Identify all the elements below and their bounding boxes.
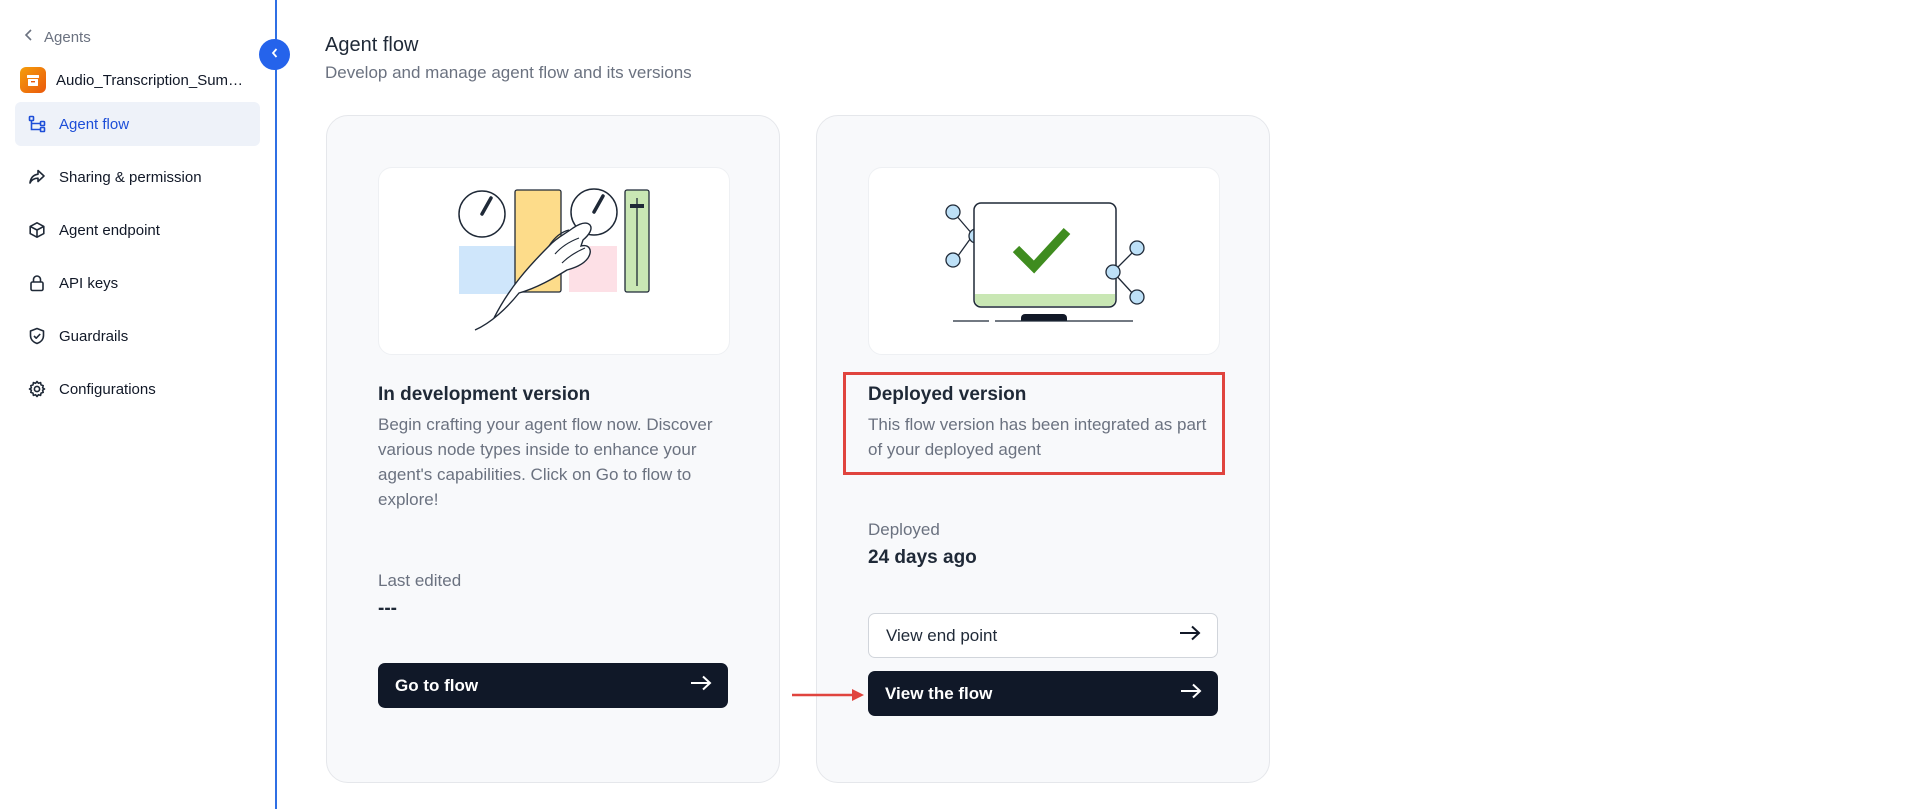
collapse-sidebar-button[interactable]: [259, 39, 290, 70]
deployed-label: Deployed: [868, 520, 940, 539]
annotation-arrow-icon: [792, 689, 864, 701]
sidebar-item-sharing-permission[interactable]: Sharing & permission: [15, 155, 260, 199]
page-subtitle: Develop and manage agent flow and its ve…: [325, 63, 692, 82]
chevron-left-icon: [24, 28, 34, 46]
gear-icon: [27, 379, 47, 399]
deployed-card-description: This flow version has been integrated as…: [868, 415, 1207, 459]
go-to-flow-button[interactable]: Go to flow: [378, 663, 728, 708]
sidebar-item-configurations[interactable]: Configurations: [15, 367, 260, 411]
agent-header: Audio_Transcription_Summarizer: [20, 67, 246, 93]
hand-controls-illustration: [378, 167, 730, 355]
sidebar-item-agent-endpoint[interactable]: Agent endpoint: [15, 208, 260, 252]
chevron-left-icon: [270, 46, 280, 64]
deployed-card-title: Deployed version: [868, 384, 1027, 405]
view-end-point-label: View end point: [886, 625, 998, 645]
dev-card-description: Begin crafting your agent flow now. Disc…: [378, 415, 713, 509]
view-the-flow-label: View the flow: [885, 683, 993, 703]
agent-name: Audio_Transcription_Summarizer: [56, 71, 246, 89]
share-icon: [27, 167, 47, 187]
deployed-version-card: Deployed version This flow version has b…: [816, 115, 1270, 783]
lock-icon: [27, 273, 47, 293]
sidebar-item-label: Agent flow: [59, 115, 130, 133]
sidebar-item-label: Configurations: [59, 380, 156, 398]
sidebar-item-api-keys[interactable]: API keys: [15, 261, 260, 305]
last-edited-value: ---: [378, 598, 397, 619]
sidebar-item-label: Sharing & permission: [59, 168, 202, 186]
arrow-right-icon: [1180, 683, 1202, 704]
page-title: Agent flow: [325, 34, 419, 56]
sidebar-item-label: Agent endpoint: [59, 221, 160, 239]
sidebar: Agents Audio_Transcription_Summarizer Ag…: [0, 0, 275, 809]
view-end-point-button[interactable]: View end point: [868, 613, 1218, 658]
monitor-checkmark-illustration: [868, 167, 1220, 355]
back-to-agents-link[interactable]: Agents: [24, 28, 91, 46]
arrow-right-icon: [690, 675, 712, 696]
cube-icon: [27, 220, 47, 240]
last-edited-label: Last edited: [378, 571, 462, 590]
development-version-card: In development version Begin crafting yo…: [326, 115, 780, 783]
arrow-right-icon: [1179, 625, 1201, 646]
sidebar-divider: [275, 0, 277, 809]
sidebar-item-label: API keys: [59, 274, 119, 292]
deployed-value: 24 days ago: [868, 547, 977, 568]
back-link-label: Agents: [44, 28, 91, 46]
sidebar-item-guardrails[interactable]: Guardrails: [15, 314, 260, 358]
agent-avatar: [20, 67, 46, 93]
sidebar-item-agent-flow[interactable]: Agent flow: [15, 102, 260, 146]
dev-card-title: In development version: [378, 384, 591, 405]
sidebar-nav: Agent flow Sharing & permission Agent en…: [15, 102, 260, 420]
flow-icon: [27, 114, 47, 134]
go-to-flow-label: Go to flow: [395, 675, 479, 695]
shield-icon: [27, 326, 47, 346]
view-the-flow-button[interactable]: View the flow: [868, 671, 1218, 716]
sidebar-item-label: Guardrails: [59, 327, 129, 345]
archive-icon: [27, 75, 39, 86]
